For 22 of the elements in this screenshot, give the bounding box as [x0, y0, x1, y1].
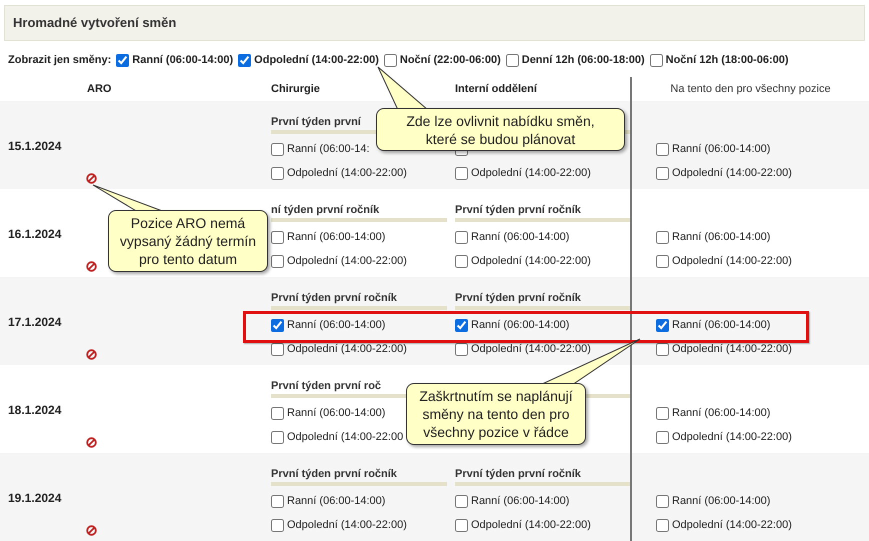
column-header: ARO: [87, 82, 112, 95]
group-heading: První týden první ročník: [271, 468, 397, 480]
callout-text: Pozice ARO nemá vypsaný žádný termín pro tento datum: [120, 214, 256, 268]
date-label: 17.1.2024: [8, 314, 62, 331]
callout-text: Zde lze ovlivnit nabídku směn, které se budou plánovat: [406, 112, 595, 148]
column-header: Interní oddělení: [455, 82, 537, 95]
group-heading: První týden první ročník: [455, 292, 581, 304]
group-heading: První týden první ročník: [455, 204, 581, 216]
column-header: Na tento den pro všechny pozice: [670, 82, 831, 97]
date-label: 16.1.2024: [8, 226, 62, 243]
date-label: 18.1.2024: [8, 402, 62, 419]
group-heading: První týden první ročník: [271, 292, 397, 304]
group-heading: ní týden první ročník: [271, 204, 380, 216]
column-header: Chirurgie: [271, 82, 320, 95]
group-heading: První týden první roč: [271, 380, 382, 392]
callout-text: Zaškrtnutím se naplánují směny na tento den pro všechny pozice v řádce: [419, 387, 573, 441]
page-title: Hromadné vytvoření směn: [13, 14, 176, 32]
group-heading: První týden první ročník: [455, 468, 581, 480]
date-label: 15.1.2024: [8, 138, 62, 155]
date-label: 19.1.2024: [8, 490, 62, 507]
filter-label: Zobrazit jen směny:: [8, 52, 112, 68]
group-heading: První týden první: [271, 116, 361, 128]
